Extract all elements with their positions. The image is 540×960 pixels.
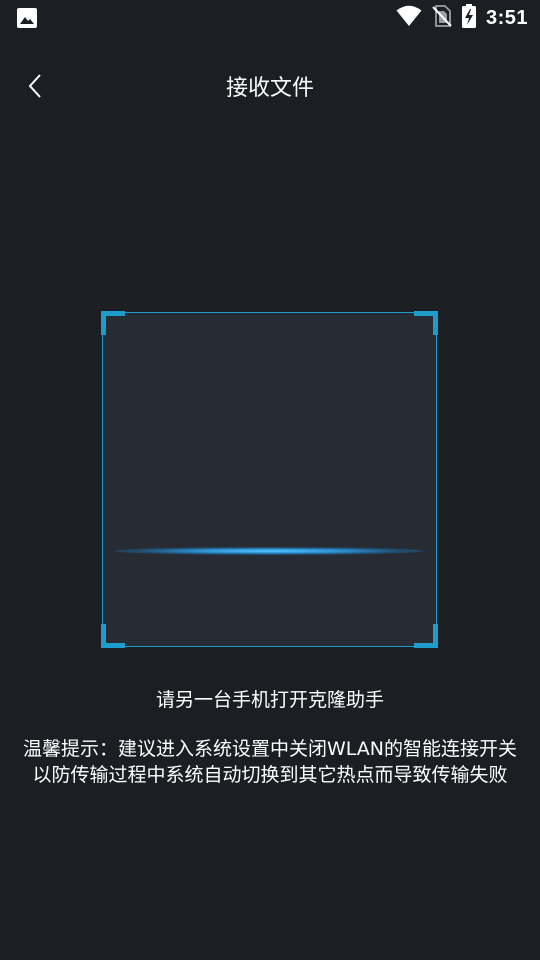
corner-bottom-left — [101, 624, 125, 648]
wifi-icon — [396, 5, 422, 31]
no-sim-icon — [432, 5, 452, 31]
corner-bottom-right — [414, 624, 438, 648]
page-title: 接收文件 — [225, 76, 314, 101]
hint-tip-line-2: 以防传输过程中系统自动切换到其它热点而导致传输失败 — [32, 764, 508, 786]
status-time: 3:51 — [485, 6, 528, 29]
gallery-notification-icon — [16, 7, 38, 29]
battery-charging-icon — [461, 4, 476, 32]
corner-top-right — [414, 311, 438, 335]
scan-area — [101, 311, 438, 648]
corner-top-left — [101, 311, 125, 335]
scan-line — [115, 547, 424, 555]
header: 接收文件 — [0, 56, 540, 116]
hint-main-text: 请另一台手机打开克隆助手 — [155, 689, 384, 711]
hint-tip-text: 温馨提示：建议进入系统设置中关闭WLAN的智能连接开关 以防传输过程中系统自动切… — [8, 736, 532, 788]
status-bar: 3:51 — [0, 0, 540, 36]
hint-tip-line-1: 温馨提示：建议进入系统设置中关闭WLAN的智能连接开关 — [22, 738, 518, 760]
